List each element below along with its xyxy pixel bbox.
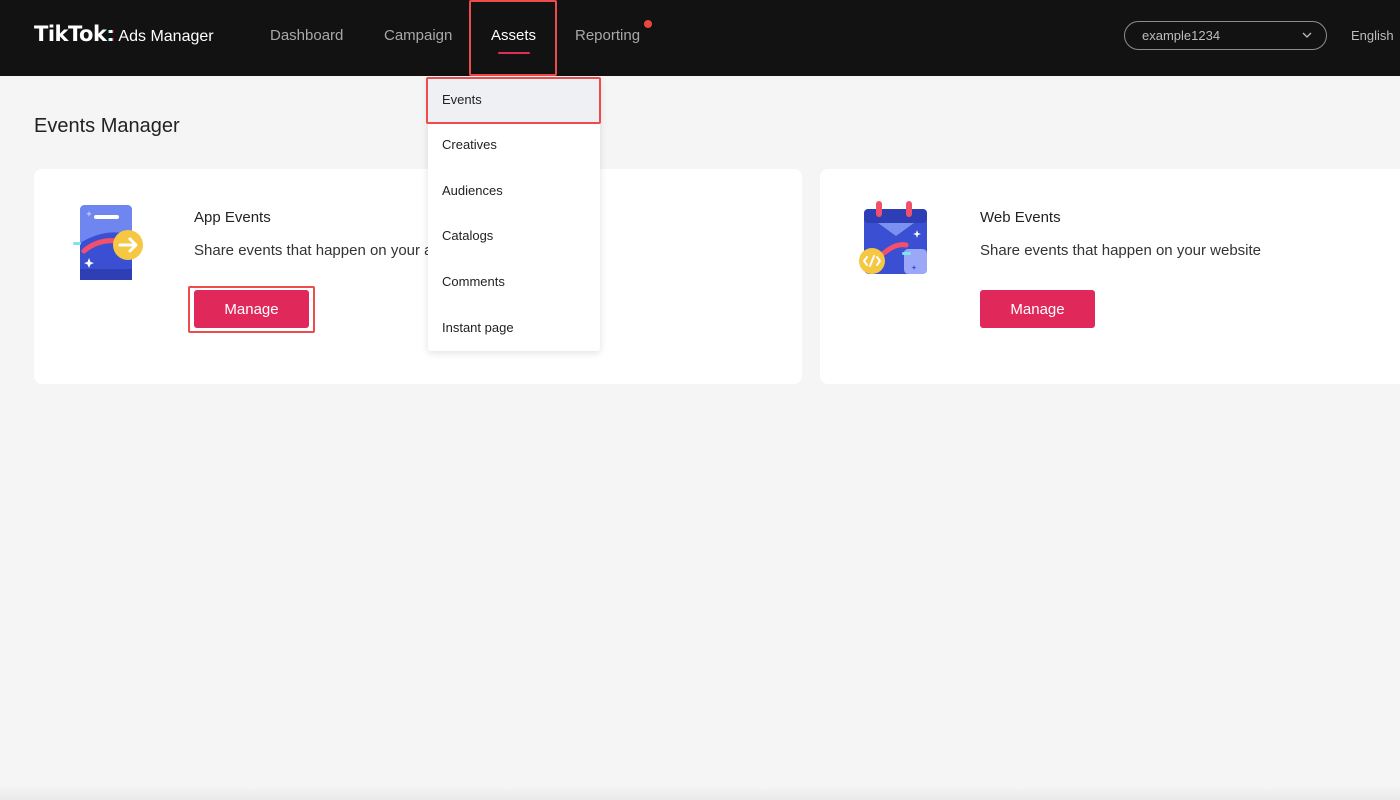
- app-events-title: App Events: [194, 209, 271, 226]
- mobile-app-events-icon: [73, 205, 143, 280]
- app-events-card: App Events Share events that happen on y…: [34, 169, 802, 384]
- web-events-card: Web Events Share events that happen on y…: [820, 169, 1400, 384]
- reporting-notification-dot: [644, 20, 652, 28]
- account-selector-value: example1234: [1142, 28, 1221, 43]
- language-selector[interactable]: English: [1351, 28, 1394, 43]
- menu-item-catalogs[interactable]: Catalogs: [428, 213, 600, 258]
- menu-item-audiences[interactable]: Audiences: [428, 168, 600, 213]
- nav-campaign[interactable]: Campaign: [384, 0, 452, 76]
- menu-item-instant-page[interactable]: Instant page: [428, 305, 600, 350]
- assets-highlight-box: [469, 0, 557, 76]
- web-events-description: Share events that happen on your website: [980, 242, 1262, 259]
- manage-button-highlight-box: [188, 286, 315, 333]
- nav-reporting[interactable]: Reporting: [575, 0, 640, 76]
- logo-colon: :: [107, 23, 115, 46]
- logo-product-text: Ads Manager: [118, 28, 214, 45]
- logo-brand-text: TikTok: [34, 22, 107, 46]
- menu-item-creatives[interactable]: Creatives: [428, 122, 600, 167]
- tiktok-ads-manager-logo[interactable]: TikTok : Ads Manager: [34, 22, 214, 47]
- chevron-down-icon: [1302, 32, 1312, 38]
- nav-dashboard[interactable]: Dashboard: [270, 0, 343, 76]
- account-selector[interactable]: example1234: [1124, 21, 1327, 50]
- app-events-description: Share events that happen on your app: [194, 242, 450, 259]
- page-title: Events Manager: [34, 115, 180, 137]
- web-events-title: Web Events: [980, 209, 1061, 226]
- web-events-calendar-icon: [859, 201, 927, 274]
- web-events-manage-button[interactable]: Manage: [980, 290, 1095, 328]
- top-nav-bar: TikTok : Ads Manager Dashboard Campaign …: [0, 0, 1400, 76]
- menu-item-comments[interactable]: Comments: [428, 259, 600, 304]
- bottom-edge-shadow: [0, 786, 1400, 800]
- events-highlight-box: [426, 77, 601, 124]
